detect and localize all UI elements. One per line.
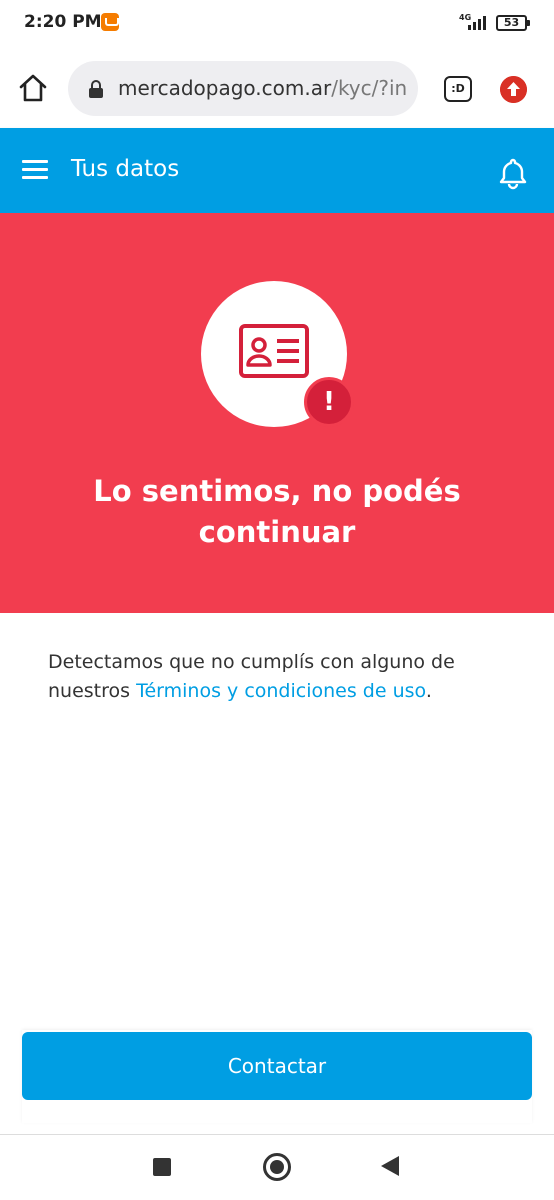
error-title: Lo sentimos, no podés continuar <box>93 474 461 549</box>
home-icon[interactable] <box>18 73 48 103</box>
lock-icon <box>89 80 103 98</box>
contact-button[interactable]: Contactar <box>22 1032 532 1100</box>
tab-switcher-button[interactable]: :D <box>444 76 472 102</box>
recent-apps-icon[interactable] <box>153 1158 171 1176</box>
home-nav-icon[interactable] <box>263 1153 291 1181</box>
url-path: /kyc/?in <box>331 76 408 100</box>
alert-icon: ! <box>304 377 354 427</box>
hamburger-menu-icon[interactable] <box>22 160 48 180</box>
browser-toolbar: mercadopago.com.ar/kyc/?in :D <box>0 46 554 128</box>
terms-link[interactable]: Términos y condiciones de uso <box>136 680 426 702</box>
url-domain: mercadopago.com.ar <box>118 76 332 100</box>
page-title: Tus datos <box>71 156 180 182</box>
back-icon[interactable] <box>381 1156 399 1176</box>
status-time: 2:20 PM <box>24 12 102 32</box>
bell-icon[interactable] <box>496 156 530 190</box>
status-bar: 2:20 PM 4G 53 <box>0 0 554 46</box>
address-bar[interactable]: mercadopago.com.ar/kyc/?in <box>68 61 418 116</box>
update-icon[interactable] <box>500 76 527 103</box>
bottom-action-panel: Contactar <box>22 1030 532 1123</box>
system-nav-bar <box>0 1134 554 1200</box>
message-end: . <box>425 680 432 702</box>
app-header: Tus datos <box>0 128 554 213</box>
battery-icon: 53 <box>496 15 530 31</box>
signal-icon <box>466 16 488 30</box>
url-text: mercadopago.com.ar/kyc/?in <box>118 76 407 100</box>
id-card-icon <box>239 324 309 378</box>
notification-app-icon <box>101 13 119 31</box>
error-message: Detectamos que no cumplís con alguno de … <box>48 648 518 706</box>
error-hero: ! Lo sentimos, no podés continuar <box>0 213 554 613</box>
